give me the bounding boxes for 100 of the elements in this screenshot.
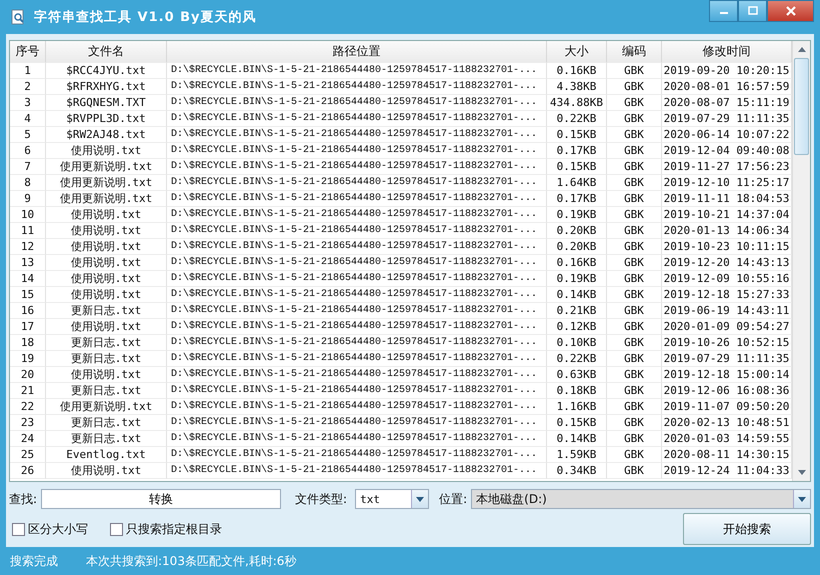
table-cell: 17	[10, 319, 46, 335]
table-cell: 更新日志.txt	[46, 383, 167, 399]
table-cell: 1.59KB	[547, 447, 607, 463]
table-cell: GBK	[607, 303, 662, 319]
table-cell: GBK	[607, 207, 662, 223]
column-header[interactable]: 编码	[607, 41, 662, 63]
table-cell: D:\$RECYCLE.BIN\S-1-5-21-2186544480-1259784517-1188232701-...	[167, 159, 547, 175]
table-cell: GBK	[607, 191, 662, 207]
table-cell: 使用说明.txt	[46, 143, 167, 159]
search-field[interactable]: 转换	[41, 489, 282, 509]
table-cell: D:\$RECYCLE.BIN\S-1-5-21-2186544480-1259784517-1188232701-...	[167, 271, 547, 287]
table-cell: 1	[10, 63, 46, 79]
close-button[interactable]	[767, 0, 814, 22]
table-cell: 0.14KB	[547, 287, 607, 303]
table-cell: 0.15KB	[547, 415, 607, 431]
table-cell: D:\$RECYCLE.BIN\S-1-5-21-2186544480-1259784517-1188232701-...	[167, 383, 547, 399]
start-search-button[interactable]: 开始搜索	[683, 513, 811, 545]
table-cell: 8	[10, 175, 46, 191]
table-cell: GBK	[607, 111, 662, 127]
scroll-thumb[interactable]	[794, 58, 809, 155]
table-cell: D:\$RECYCLE.BIN\S-1-5-21-2186544480-1259784517-1188232701-...	[167, 239, 547, 255]
table-cell: GBK	[607, 335, 662, 351]
table-cell: D:\$RECYCLE.BIN\S-1-5-21-2186544480-1259784517-1188232701-...	[167, 255, 547, 271]
table-cell: 0.21KB	[547, 303, 607, 319]
table-cell: 更新日志.txt	[46, 335, 167, 351]
table-cell: D:\$RECYCLE.BIN\S-1-5-21-2186544480-1259784517-1188232701-...	[167, 351, 547, 367]
table-cell: 24	[10, 431, 46, 447]
table-cell: 18	[10, 335, 46, 351]
table-cell: 使用说明.txt	[46, 367, 167, 383]
search-label: 查找:	[9, 490, 38, 508]
table-cell: 0.16KB	[547, 63, 607, 79]
table-cell: D:\$RECYCLE.BIN\S-1-5-21-2186544480-1259784517-1188232701-...	[167, 223, 547, 239]
table-cell: 7	[10, 159, 46, 175]
table-cell: 更新日志.txt	[46, 431, 167, 447]
table-cell: GBK	[607, 447, 662, 463]
table-cell: 22	[10, 399, 46, 415]
table-cell: D:\$RECYCLE.BIN\S-1-5-21-2186544480-1259784517-1188232701-...	[167, 319, 547, 335]
column-header[interactable]: 序号	[10, 41, 46, 63]
close-icon	[784, 5, 796, 17]
table-cell: D:\$RECYCLE.BIN\S-1-5-21-2186544480-1259784517-1188232701-...	[167, 463, 547, 479]
table-cell: 4.38KB	[547, 79, 607, 95]
table-cell: 4	[10, 111, 46, 127]
table-cell: 使用说明.txt	[46, 287, 167, 303]
file-type-dropdown[interactable]: txt	[355, 489, 430, 509]
maximize-icon	[748, 6, 758, 16]
table-cell: D:\$RECYCLE.BIN\S-1-5-21-2186544480-1259784517-1188232701-...	[167, 175, 547, 191]
maximize-button[interactable]	[738, 0, 767, 22]
table-cell: D:\$RECYCLE.BIN\S-1-5-21-2186544480-1259784517-1188232701-...	[167, 127, 547, 143]
table-cell: 23	[10, 415, 46, 431]
table-cell: D:\$RECYCLE.BIN\S-1-5-21-2186544480-1259784517-1188232701-...	[167, 399, 547, 415]
dropdown-icon[interactable]	[416, 496, 424, 502]
scrollbar[interactable]	[792, 41, 810, 481]
table-cell: $RVPPL3D.txt	[46, 111, 167, 127]
file-type-label: 文件类型:	[295, 490, 348, 508]
table-cell: 6	[10, 143, 46, 159]
scroll-down-icon[interactable]	[798, 470, 806, 475]
table-cell: GBK	[607, 383, 662, 399]
column-header[interactable]: 文件名	[46, 41, 167, 63]
table-cell: 1.16KB	[547, 399, 607, 415]
table-cell: GBK	[607, 415, 662, 431]
table-cell: D:\$RECYCLE.BIN\S-1-5-21-2186544480-1259784517-1188232701-...	[167, 95, 547, 111]
table-cell: 使用说明.txt	[46, 463, 167, 479]
table-cell: 15	[10, 287, 46, 303]
minimize-button[interactable]	[709, 0, 738, 22]
table-cell: 0.63KB	[547, 367, 607, 383]
table-cell: D:\$RECYCLE.BIN\S-1-5-21-2186544480-1259784517-1188232701-...	[167, 111, 547, 127]
table-cell: 26	[10, 463, 46, 479]
table-cell: $RGQNESM.TXT	[46, 95, 167, 111]
checkbox-option[interactable]: 只搜索指定根目录	[110, 520, 222, 538]
table-cell: GBK	[607, 367, 662, 383]
table-cell: 0.14KB	[547, 431, 607, 447]
window-title: 字符串查找工具 V1.0 By夏天的风	[34, 8, 258, 26]
table-cell: 10	[10, 207, 46, 223]
table-cell: GBK	[607, 63, 662, 79]
column-header[interactable]: 路径位置	[167, 41, 547, 63]
table-cell: D:\$RECYCLE.BIN\S-1-5-21-2186544480-1259784517-1188232701-...	[167, 447, 547, 463]
table-cell: D:\$RECYCLE.BIN\S-1-5-21-2186544480-1259784517-1188232701-...	[167, 287, 547, 303]
scroll-up-icon[interactable]	[798, 47, 806, 52]
table-cell: GBK	[607, 239, 662, 255]
table-cell: D:\$RECYCLE.BIN\S-1-5-21-2186544480-1259784517-1188232701-...	[167, 63, 547, 79]
column-header[interactable]: 大小	[547, 41, 607, 63]
checkbox-option[interactable]: 区分大小写	[12, 520, 88, 538]
table-cell: 更新日志.txt	[46, 415, 167, 431]
table-cell: GBK	[607, 463, 662, 479]
table-cell: D:\$RECYCLE.BIN\S-1-5-21-2186544480-1259784517-1188232701-...	[167, 431, 547, 447]
table-cell: 9	[10, 191, 46, 207]
table-cell: GBK	[607, 223, 662, 239]
table-cell: 0.10KB	[547, 335, 607, 351]
table-cell: GBK	[607, 143, 662, 159]
table-cell: 21	[10, 383, 46, 399]
table-cell: 0.19KB	[547, 271, 607, 287]
table-cell: 0.12KB	[547, 319, 607, 335]
table-cell: D:\$RECYCLE.BIN\S-1-5-21-2186544480-1259784517-1188232701-...	[167, 143, 547, 159]
table-cell: GBK	[607, 175, 662, 191]
table-cell: 0.19KB	[547, 207, 607, 223]
table-cell: 使用更新说明.txt	[46, 175, 167, 191]
table-cell: 使用说明.txt	[46, 239, 167, 255]
status-text: 本次共搜索到:103条匹配文件,耗时:6秒	[86, 552, 296, 570]
table-cell: 0.34KB	[547, 463, 607, 479]
table-cell: 使用说明.txt	[46, 207, 167, 223]
